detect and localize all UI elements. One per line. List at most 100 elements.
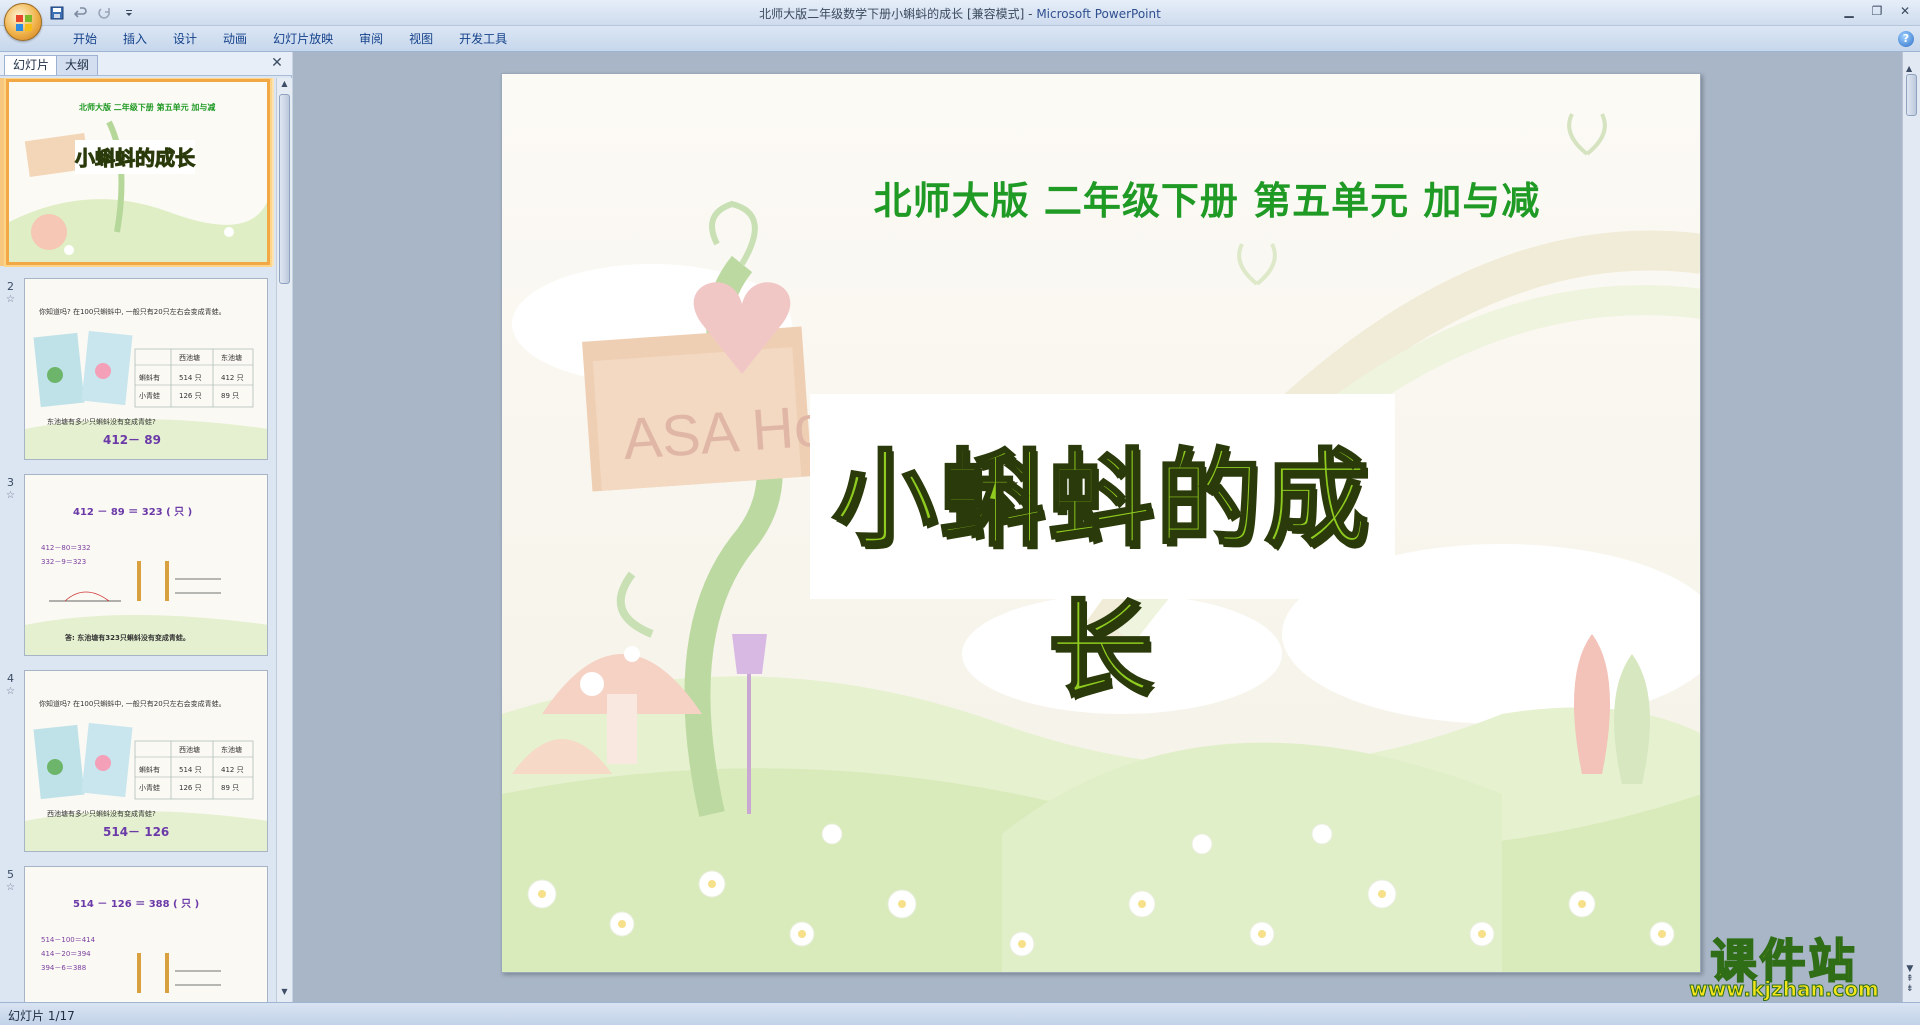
equation-part: 323 [141, 507, 163, 518]
table-cell: 89 只 [221, 392, 240, 400]
animation-star-icon: ☆ [6, 686, 15, 697]
tab-developer[interactable]: 开发工具 [446, 30, 520, 48]
help-icon[interactable]: ? [1898, 31, 1914, 47]
tab-review[interactable]: 审阅 [346, 30, 396, 48]
table-cell: 412 只 [221, 374, 244, 382]
thumbnail-header: 你知道吗? 在100只蝌蚪中, 一般只有20只左右会变成青蛙。 [39, 308, 226, 316]
ribbon-tabs: 开始 插入 设计 动画 幻灯片放映 审阅 视图 开发工具 [60, 30, 520, 48]
thumbnail-question: 西池塘有多少只蝌蚪没有变成青蛙? [47, 810, 156, 818]
slide-thumbnail[interactable]: 你知道吗? 在100只蝌蚪中, 一般只有20只左右会变成青蛙。 西池塘 东池塘 … [24, 670, 268, 852]
tab-slide-show[interactable]: 幻灯片放映 [260, 30, 346, 48]
office-logo-icon [16, 15, 32, 31]
thumbnail-row-5[interactable]: 5 ☆ 514 － 126 ＝ 388 ( 只 ) 514－100＝414 41… [0, 862, 274, 1002]
title-bar: 北师大版二年级数学下册小蝌蚪的成长 [兼容模式] - Microsoft Pow… [0, 0, 1920, 26]
equation-part: ( 只 ) [173, 899, 200, 910]
thumbnail-line: 394－6＝388 [41, 964, 87, 972]
table-cell: 小青蛙 [139, 784, 160, 792]
office-button[interactable] [4, 3, 42, 41]
equation-part: 514 [73, 899, 94, 910]
slide-number: 2 [7, 280, 14, 293]
tab-outline[interactable]: 大纲 [56, 55, 99, 75]
thumbnail-row-2[interactable]: 2 ☆ 你知道吗? 在100只蝌蚪中, 一般只有20只左右会变成青蛙。 西池塘 … [0, 274, 274, 462]
thumbnail-row-3[interactable]: 3 ☆ 412 － 89 ＝ 323 ( 只 ) 412－80＝332 332－… [0, 470, 274, 658]
slide-subtitle[interactable]: 北师大版 二年级下册 第五单元 加与减 [757, 170, 1657, 225]
equation-part: 412 [73, 507, 94, 518]
scroll-up-icon[interactable]: ▲ [1906, 64, 1912, 73]
thumbnail-equation: 412 － 89 ＝ 323 ( 只 ) [73, 503, 192, 518]
animation-star-icon: ☆ [6, 490, 15, 501]
status-bar: 幻灯片 1/17 [0, 1002, 1920, 1025]
thumbnail-expression: 412－ 89 [103, 433, 161, 447]
scroll-down-icon[interactable]: ▼ [278, 987, 291, 1000]
thumbnail-scrollbar[interactable]: ▲ ▼ [276, 78, 292, 1002]
equation-part: － [97, 507, 108, 518]
table-cell: 126 只 [179, 784, 202, 792]
close-icon[interactable]: ✕ [1896, 3, 1914, 19]
minimize-icon[interactable]: ▁ [1840, 3, 1858, 19]
thumbnail-line: 414－20＝394 [41, 950, 91, 958]
window-controls: ▁ ❐ ✕ [1840, 3, 1914, 19]
table-cell: 514 只 [179, 374, 202, 382]
current-slide[interactable]: ASA Hou 北师大版 二年级下册 第五单元 加与减 小蝌蚪的成长 [501, 73, 1701, 973]
equation-part: ( 只 ) [166, 507, 193, 518]
scroll-thumb[interactable] [279, 94, 290, 284]
thumbnail-list: 1 北师大版 二年级下册 第五单元 加与减 小蝌蚪的成长 2 ☆ [0, 78, 274, 1002]
table-cell: 东池塘 [221, 746, 242, 754]
table-cell: 蝌蚪有 [139, 766, 160, 774]
editor-scrollbar[interactable]: ▲ ▼ ⇞ ⇟ [1902, 52, 1920, 1002]
equation-part: ＝ [135, 899, 146, 910]
table-cell: 西池塘 [179, 354, 200, 362]
tab-slides[interactable]: 幻灯片 [4, 55, 59, 75]
table-cell: 126 只 [179, 392, 202, 400]
slide-nav-icons[interactable]: ▼ ⇞ ⇟ [1906, 964, 1914, 994]
table-cell: 514 只 [179, 766, 202, 774]
slide-thumbnail[interactable]: 你知道吗? 在100只蝌蚪中, 一般只有20只左右会变成青蛙。 西池塘 东池塘 … [24, 278, 268, 460]
slide-title-box[interactable]: 小蝌蚪的成长 [810, 394, 1395, 713]
equation-part: 388 [148, 899, 170, 910]
title-separator: - [1024, 7, 1037, 21]
animation-star-icon: ☆ [6, 294, 15, 305]
slide-number: 4 [7, 672, 14, 685]
panel-tabs: 幻灯片 大纲 ✕ [0, 52, 292, 76]
table-cell: 小青蛙 [139, 392, 160, 400]
ribbon: 开始 插入 设计 动画 幻灯片放映 审阅 视图 开发工具 ? [0, 26, 1920, 52]
tab-home[interactable]: 开始 [60, 30, 110, 48]
table-cell: 东池塘 [221, 354, 242, 362]
thumbnail-header: 你知道吗? 在100只蝌蚪中, 一般只有20只左右会变成青蛙。 [39, 700, 226, 708]
table-cell: 89 只 [221, 784, 240, 792]
tab-animations[interactable]: 动画 [210, 30, 260, 48]
tab-insert[interactable]: 插入 [110, 30, 160, 48]
equation-part: 89 [110, 507, 125, 518]
scroll-up-icon[interactable]: ▲ [278, 79, 291, 92]
document-title: 北师大版二年级数学下册小蝌蚪的成长 [兼容模式] [759, 7, 1025, 21]
thumbnail-subtitle: 北师大版 二年级下册 第五单元 加与减 [79, 103, 216, 112]
thumbnail-expression: 514－ 126 [103, 825, 170, 839]
slide-thumbnail[interactable]: 412 － 89 ＝ 323 ( 只 ) 412－80＝332 332－9＝32… [24, 474, 268, 656]
slide-thumbnail[interactable]: 514 － 126 ＝ 388 ( 只 ) 514－100＝414 414－20… [24, 866, 268, 1002]
watermark-logo: 课件站 www.kjzhan.com [1668, 925, 1900, 1003]
thumbnail-answer: 答: 东池塘有323只蝌蚪没有变成青蛙。 [65, 634, 190, 642]
slide-number: 5 [7, 868, 14, 881]
slide-number: 3 [7, 476, 14, 489]
thumbnail-title-box: 小蝌蚪的成长 [75, 140, 196, 174]
slides-panel: 幻灯片 大纲 ✕ 1 北师大版 二年级下册 第五单元 加与减 小蝌蚪的成长 [0, 52, 292, 1002]
thumbnail-line: 412－80＝332 [41, 544, 91, 552]
restore-icon[interactable]: ❐ [1868, 3, 1886, 19]
animation-star-icon: ☆ [6, 882, 15, 893]
window-title: 北师大版二年级数学下册小蝌蚪的成长 [兼容模式] - Microsoft Pow… [0, 5, 1920, 22]
thumbnail-title: 小蝌蚪的成长 [75, 146, 196, 171]
slide-indicator: 幻灯片 1/17 [8, 1009, 75, 1023]
table-cell: 蝌蚪有 [139, 374, 160, 382]
thumbnail-row-1[interactable]: 1 北师大版 二年级下册 第五单元 加与减 小蝌蚪的成长 [0, 78, 274, 266]
equation-part: ＝ [128, 507, 139, 518]
slide-thumbnail[interactable]: 北师大版 二年级下册 第五单元 加与减 小蝌蚪的成长 [6, 79, 270, 265]
close-panel-icon[interactable]: ✕ [270, 56, 284, 70]
slide-title[interactable]: 小蝌蚪的成长 [810, 414, 1395, 716]
app-name: Microsoft PowerPoint [1036, 7, 1161, 21]
tab-view[interactable]: 视图 [396, 30, 446, 48]
watermark-url: www.kjzhan.com [1689, 977, 1880, 1002]
table-cell: 西池塘 [179, 746, 200, 754]
thumbnail-row-4[interactable]: 4 ☆ 你知道吗? 在100只蝌蚪中, 一般只有20只左右会变成青蛙。 西池塘 … [0, 666, 274, 854]
tab-design[interactable]: 设计 [160, 30, 210, 48]
scroll-thumb[interactable] [1906, 74, 1917, 116]
